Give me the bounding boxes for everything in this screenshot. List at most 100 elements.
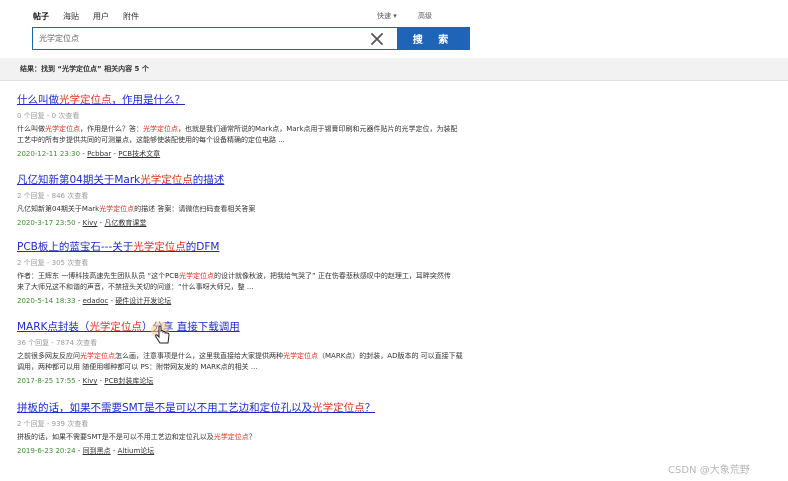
snippet-text: 怎么画，注意事项是什么，这里我直接给大家提供两种 xyxy=(115,352,283,360)
snippet-highlight: 光学定位点 xyxy=(213,433,249,441)
snippet-line: 调用，两种都可以用 随便用哪种都可以 PS：附带网友发的 MARK点的相关 ..… xyxy=(17,362,557,373)
snippet-highlight: 光学定位点 xyxy=(143,125,178,133)
author-link[interactable]: Pcbbar xyxy=(87,150,111,158)
result-stats: 2 个回复 - 305 次查看 xyxy=(17,259,89,267)
snippet-text: 之前很多网友反应问 xyxy=(17,352,80,360)
result-title-text: PCB板上的蓝宝石---关于 xyxy=(17,241,134,253)
snippet-text: 的描述 答案：请微信扫码查看相关答案 xyxy=(134,205,256,213)
result-snippet: 拼板的话，如果不需要SMT是不是可以不用工艺边和定位孔以及光学定位点？ xyxy=(17,432,557,443)
snippet-text: 凡亿知新第04期关于Mark xyxy=(17,205,100,213)
search-header: 帖子 海贴 用户 附件 快速 ▾ 高级 搜 索 xyxy=(0,0,788,59)
result-title-text: MARK点封装（ xyxy=(17,321,90,333)
snippet-text: ，也就是我们通常所说的Mark点，Mark点用于锡膏印刷和元器件贴片的光学定位，… xyxy=(178,125,458,133)
snippet-line: 凡亿知新第04期关于Mark光学定位点的描述 答案：请微信扫码查看相关答案 xyxy=(17,204,557,215)
result-title-text: ？ xyxy=(364,402,376,414)
search-button[interactable]: 搜 索 xyxy=(397,27,470,50)
snippet-highlight: 光学定位点 xyxy=(80,352,115,360)
result-title-text: 什么叫做 xyxy=(17,94,59,106)
result-snippet: 什么叫做光学定位点，作用是什么？答：光学定位点，也就是我们通常所说的Mark点，… xyxy=(17,124,557,146)
forum-link[interactable]: 凡亿教育课堂 xyxy=(104,219,146,227)
result-title-highlight: 光学定位点 xyxy=(133,241,186,253)
result-title-link[interactable]: 拼板的话，如果不需要SMT是不是可以不用工艺边和定位孔以及光学定位点？ xyxy=(17,400,557,415)
result-item: PCB板上的蓝宝石---关于光学定位点的DFM 2 个回复 - 305 次查看 作者… xyxy=(17,239,557,306)
snippet-text: ，作用是什么？答： xyxy=(80,125,143,133)
result-item: 拼板的话，如果不需要SMT是不是可以不用工艺边和定位孔以及光学定位点？ 2 个回复… xyxy=(17,400,557,456)
result-footer: 2020-5-14 18:33 - edadoc - 硬件设计开发论坛 xyxy=(17,297,172,305)
snippet-text: 作者：王辉东 一博科技高速先生团队队员 “这个PCB xyxy=(17,272,179,280)
result-title-link[interactable]: 什么叫做光学定位点，作用是什么？ xyxy=(17,92,557,107)
post-date: 2017-8-25 17:55 xyxy=(17,377,76,385)
result-summary-bar: 结果：找到 “光学定位点” 相关内容 5 个 xyxy=(0,58,788,81)
post-date: 2020-5-14 18:33 xyxy=(17,297,76,305)
result-title-highlight: 光学定位点 xyxy=(59,94,112,106)
quick-search-dropdown[interactable]: 快速 ▾ xyxy=(377,11,397,21)
snippet-text: 的设计就像秋波，把我给气哭了” 正在伤春悲秋感叹中的赵理工，耳畔突然传 xyxy=(214,272,451,280)
post-date: 2020-3-17 23:50 xyxy=(17,219,76,227)
result-stats: 2 个回复 - 939 次查看 xyxy=(17,420,89,428)
result-title-text: 凡亿知新第04期关于Mark xyxy=(17,174,141,186)
search-box: 搜 索 xyxy=(32,27,470,50)
clear-icon[interactable] xyxy=(369,31,385,47)
result-title-link[interactable]: MARK点封装（光学定位点）分享 直接下载调用 xyxy=(17,319,557,334)
search-input[interactable] xyxy=(33,28,357,49)
chevron-down-icon: ▾ xyxy=(393,12,397,20)
author-link[interactable]: Kivy xyxy=(83,377,98,385)
forum-link[interactable]: PCB封装库论坛 xyxy=(104,377,153,385)
result-footer: 2017-8-25 17:55 - Kivy - PCB封装库论坛 xyxy=(17,377,154,385)
tab-posts[interactable]: 帖子 xyxy=(33,11,49,22)
result-item: MARK点封装（光学定位点）分享 直接下载调用 36 个回复 - 7874 次查看… xyxy=(17,319,557,386)
snippet-text: （MARK点）的封装，AD版本的 可以直接下载 xyxy=(318,352,463,360)
result-title-text: 的描述 xyxy=(192,174,225,186)
post-date: 2020-12-11 23:30 xyxy=(17,150,81,158)
result-snippet: 凡亿知新第04期关于Mark光学定位点的描述 答案：请微信扫码查看相关答案 xyxy=(17,204,557,215)
search-type-tabs: 帖子 海贴 用户 附件 xyxy=(33,11,139,22)
tab-users[interactable]: 用户 xyxy=(93,11,109,22)
forum-link[interactable]: 硬件设计开发论坛 xyxy=(115,297,171,305)
tab-threads[interactable]: 海贴 xyxy=(63,11,79,22)
result-snippet: 之前很多网友反应问光学定位点怎么画，注意事项是什么，这里我直接给大家提供两种光学… xyxy=(17,351,557,373)
tab-attachments[interactable]: 附件 xyxy=(123,11,139,22)
result-stats: 36 个回复 - 7874 次查看 xyxy=(17,339,98,347)
snippet-highlight: 光学定位点 xyxy=(283,352,318,360)
result-stats: 0 个回复 - 0 次查看 xyxy=(17,112,80,120)
snippet-text: 什么叫做 xyxy=(17,125,45,133)
author-link[interactable]: 同到黑点 xyxy=(83,447,111,455)
watermark: CSDN @大象荒野 xyxy=(668,465,750,476)
result-title-highlight: 光学定位点 xyxy=(312,402,365,414)
result-item: 什么叫做光学定位点，作用是什么？ 0 个回复 - 0 次查看 什么叫做光学定位点，作… xyxy=(17,92,557,159)
result-footer: 2019-6-23 20:24 - 同到黑点 - Altium论坛 xyxy=(17,447,155,455)
result-footer: 2020-12-11 23:30 - Pcbbar - PCB技术文章 xyxy=(17,150,161,158)
advanced-search-link[interactable]: 高级 xyxy=(418,11,432,21)
result-title-text: ，作用是什么？ xyxy=(111,94,186,106)
snippet-highlight: 光学定位点 xyxy=(99,205,135,213)
result-title-link[interactable]: 凡亿知新第04期关于Mark光学定位点的描述 xyxy=(17,172,557,187)
author-link[interactable]: edadoc xyxy=(83,297,109,305)
result-title-link[interactable]: PCB板上的蓝宝石---关于光学定位点的DFM xyxy=(17,239,557,254)
hand-cursor-icon xyxy=(151,322,170,344)
result-stats: 2 个回复 - 846 次查看 xyxy=(17,192,89,200)
result-title-highlight: 光学定位点 xyxy=(89,321,142,333)
result-title-text: 的DFM xyxy=(185,241,220,253)
snippet-text: 来了大师兄这不和谐的声音，不禁扭头关切的问道：“什么事呀大师兄，整 ... xyxy=(17,283,254,291)
result-footer: 2020-3-17 23:50 - Kivy - 凡亿教育课堂 xyxy=(17,219,147,227)
result-item: 凡亿知新第04期关于Mark光学定位点的描述 2 个回复 - 846 次查看 凡亿知… xyxy=(17,172,557,228)
snippet-line: 作者：王辉东 一博科技高速先生团队队员 “这个PCB光学定位点的设计就像秋波，把… xyxy=(17,271,557,282)
forum-link[interactable]: Altium论坛 xyxy=(118,447,155,455)
author-link[interactable]: Kivy xyxy=(83,219,98,227)
snippet-text: 工艺中的所有步提供共同的可测量点，这能够使装配使用的每个设备精确的定位电路 ..… xyxy=(17,136,285,144)
snippet-text: 调用，两种都可以用 随便用哪种都可以 PS：附带网友发的 MARK点的相关 ..… xyxy=(17,363,258,371)
snippet-text: ？ xyxy=(248,433,256,441)
snippet-text: 拼板的话，如果不需要SMT是不是可以不用工艺边和定位孔以及 xyxy=(17,433,214,441)
forum-link[interactable]: PCB技术文章 xyxy=(118,150,160,158)
result-summary: 结果：找到 “光学定位点” 相关内容 5 个 xyxy=(20,65,149,73)
result-snippet: 作者：王辉东 一博科技高速先生团队队员 “这个PCB光学定位点的设计就像秋波，把… xyxy=(17,271,557,293)
snippet-highlight: 光学定位点 xyxy=(179,272,214,280)
snippet-line: 之前很多网友反应问光学定位点怎么画，注意事项是什么，这里我直接给大家提供两种光学… xyxy=(17,351,557,362)
snippet-highlight: 光学定位点 xyxy=(45,125,80,133)
snippet-line: 工艺中的所有步提供共同的可测量点，这能够使装配使用的每个设备精确的定位电路 ..… xyxy=(17,135,557,146)
result-title-highlight: 光学定位点 xyxy=(140,174,193,186)
result-title-text: 拼板的话，如果不需要SMT是不是可以不用工艺边和定位孔以及 xyxy=(17,402,313,414)
snippet-line: 拼板的话，如果不需要SMT是不是可以不用工艺边和定位孔以及光学定位点？ xyxy=(17,432,557,443)
post-date: 2019-6-23 20:24 xyxy=(17,447,76,455)
snippet-line: 什么叫做光学定位点，作用是什么？答：光学定位点，也就是我们通常所说的Mark点，… xyxy=(17,124,557,135)
